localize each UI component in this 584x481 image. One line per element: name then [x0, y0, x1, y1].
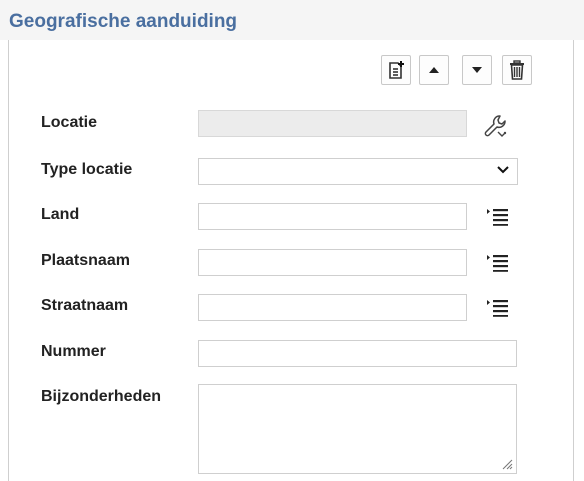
straatnaam-field[interactable] — [198, 294, 467, 321]
nummer-field[interactable] — [198, 340, 517, 367]
resize-grip-icon[interactable] — [501, 458, 513, 470]
plaatsnaam-field[interactable] — [198, 249, 467, 276]
locatie-field — [198, 110, 467, 137]
section-title: Geografische aanduiding — [9, 11, 238, 32]
locatie-label: Locatie — [41, 114, 98, 131]
straatnaam-list-icon[interactable] — [486, 297, 510, 317]
add-record-button[interactable] — [381, 55, 411, 85]
section-header: Geografische aanduiding — [0, 0, 584, 40]
add-record-icon — [389, 61, 404, 79]
bijzonderheden-label: Bijzonderheden — [41, 388, 162, 405]
land-label: Land — [41, 206, 80, 223]
straatnaam-label: Straatnaam — [41, 297, 129, 314]
type-locatie-label: Type locatie — [41, 161, 133, 178]
plaatsnaam-label: Plaatsnaam — [41, 252, 130, 269]
chevron-down-icon — [497, 166, 509, 174]
type-locatie-select[interactable] — [198, 158, 518, 185]
move-down-button[interactable] — [462, 55, 492, 85]
land-field[interactable] — [198, 203, 467, 230]
move-up-button[interactable] — [419, 55, 449, 85]
land-list-icon[interactable] — [486, 206, 510, 226]
plaatsnaam-list-icon[interactable] — [486, 252, 510, 272]
delete-button[interactable] — [502, 55, 532, 85]
bijzonderheden-textarea[interactable] — [198, 384, 517, 474]
nummer-label: Nummer — [41, 343, 106, 360]
triangle-down-icon — [472, 67, 482, 73]
triangle-up-icon — [429, 67, 439, 73]
wrench-icon — [484, 115, 507, 137]
locatie-lookup-button[interactable] — [478, 110, 510, 142]
trash-icon — [510, 60, 524, 80]
